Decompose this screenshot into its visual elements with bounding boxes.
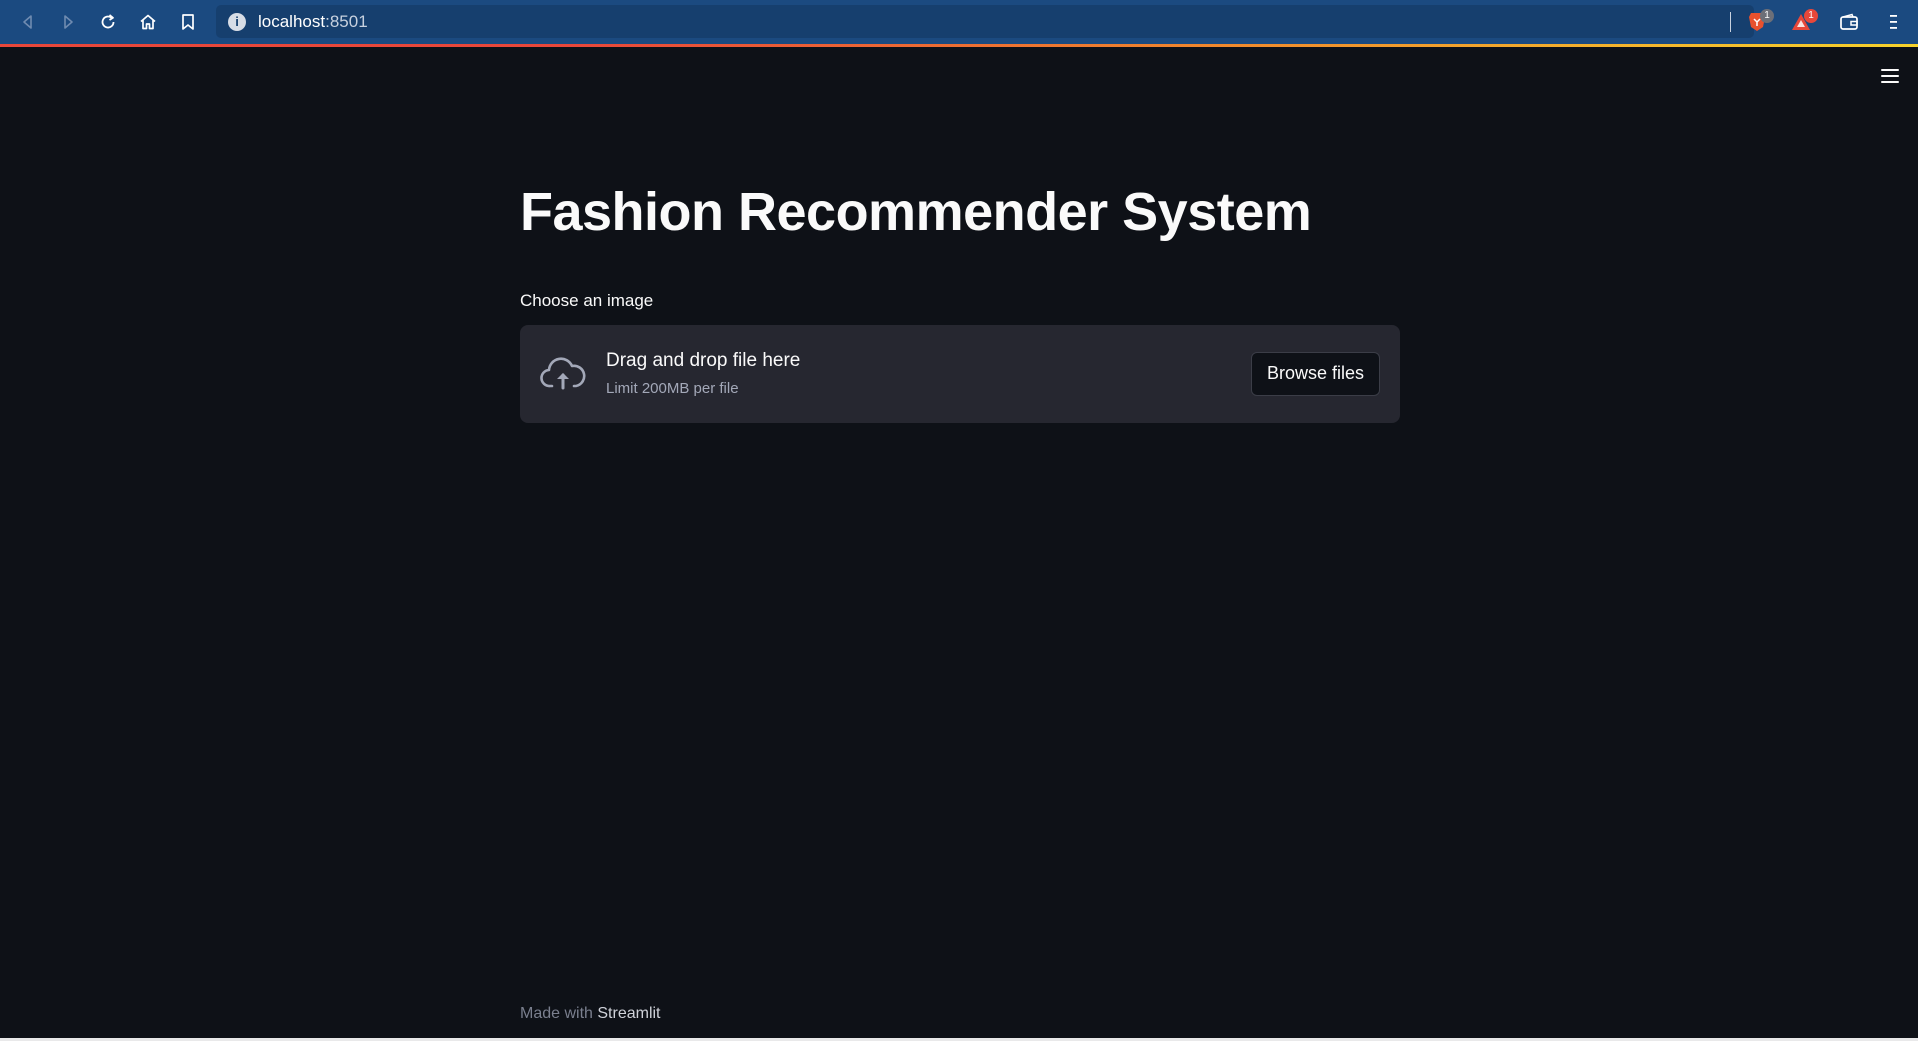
browser-menu-button[interactable]: [1878, 8, 1908, 36]
home-icon: [140, 14, 156, 30]
footer-prefix: Made with: [520, 1005, 593, 1022]
menu-bar: [1881, 75, 1899, 77]
uploader-label: Choose an image: [520, 290, 654, 310]
dropzone-limit: Limit 200MB per file: [606, 380, 739, 398]
url-host: localhost: [258, 11, 326, 31]
brave-shields-button[interactable]: 1: [1742, 8, 1774, 36]
back-button[interactable]: [8, 0, 48, 44]
wallet-button[interactable]: [1834, 8, 1864, 36]
main-content: Fashion Recommender System Choose an ima…: [520, 180, 1400, 423]
browse-files-button[interactable]: Browse files: [1250, 351, 1380, 396]
site-info-icon[interactable]: i: [228, 12, 246, 31]
streamlit-link[interactable]: Streamlit: [597, 1005, 660, 1022]
dropzone-text: Drag and drop file here Limit 200MB per …: [606, 350, 800, 397]
forward-button[interactable]: [48, 0, 88, 44]
brave-rewards-badge: 1: [1804, 9, 1818, 23]
forward-arrow-icon: [64, 15, 73, 29]
toolbar-separator: [1730, 12, 1731, 32]
menu-bar: [1881, 81, 1899, 83]
browser-toolbar: i localhost:8501 1 1: [0, 0, 1918, 44]
footer: Made with Streamlit: [520, 1005, 661, 1023]
url-port: :8501: [325, 11, 368, 31]
reload-icon: [101, 14, 115, 29]
reload-button[interactable]: [88, 0, 128, 44]
url-text[interactable]: localhost:8501: [258, 12, 368, 32]
dropzone-title: Drag and drop file here: [606, 350, 801, 372]
toolbar-accent-line: [0, 44, 1918, 47]
browser-menu-icon: [1890, 15, 1897, 29]
bookmark-button[interactable]: [168, 0, 208, 44]
page-title: Fashion Recommender System: [520, 182, 1312, 242]
back-arrow-icon: [23, 15, 32, 29]
cloud-upload-icon: [540, 357, 586, 390]
home-button[interactable]: [128, 0, 168, 44]
brave-shields-badge: 1: [1760, 9, 1774, 23]
app-hamburger-menu[interactable]: [1878, 64, 1902, 88]
wallet-icon: [1840, 13, 1858, 30]
file-dropzone[interactable]: Drag and drop file here Limit 200MB per …: [520, 324, 1400, 423]
bookmark-icon: [182, 14, 194, 30]
menu-bar: [1881, 69, 1899, 71]
brave-rewards-button[interactable]: 1: [1786, 8, 1818, 36]
address-bar[interactable]: i localhost:8501: [216, 5, 1754, 38]
